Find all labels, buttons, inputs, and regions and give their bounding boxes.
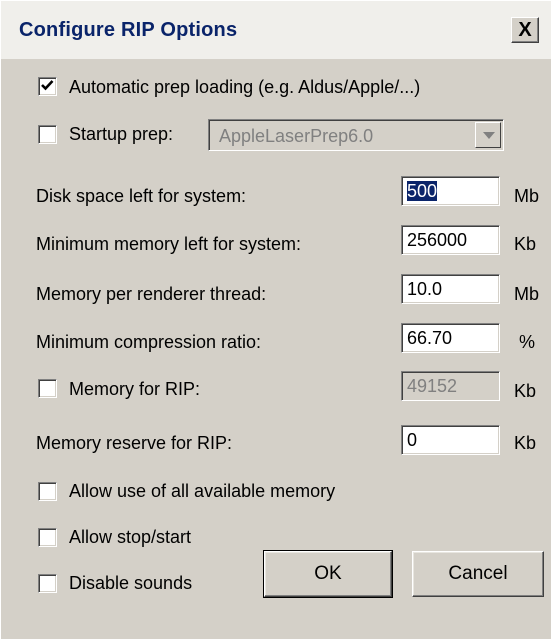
startup-prep-value: AppleLaserPrep6.0: [219, 126, 374, 146]
disk-space-field[interactable]: 500: [401, 176, 500, 206]
configure-rip-options-dialog: Configure RIP Options X Automatic prep l…: [0, 0, 551, 639]
cancel-button[interactable]: Cancel: [412, 551, 544, 597]
auto-prep-label: Automatic prep loading (e.g. Aldus/Apple…: [69, 77, 421, 97]
disable-sounds-label: Disable sounds: [69, 573, 193, 593]
min-memory-label: Minimum memory left for system:: [36, 234, 302, 254]
allow-all-memory-label: Allow use of all available memory: [69, 481, 336, 501]
min-memory-field[interactable]: 256000: [401, 225, 500, 255]
startup-prep-label: Startup prep:: [69, 124, 174, 144]
disk-space-unit: Mb: [514, 186, 540, 206]
startup-prep-checkbox[interactable]: [38, 125, 57, 144]
disable-sounds-checkbox[interactable]: [38, 574, 57, 593]
min-compression-value: 66.70: [407, 328, 453, 348]
memory-for-rip-unit: Kb: [514, 381, 537, 401]
dialog-title: Configure RIP Options: [19, 19, 238, 41]
memory-for-rip-field[interactable]: 49152: [401, 371, 500, 401]
allow-all-memory-checkbox[interactable]: [38, 482, 57, 501]
min-compression-unit: %: [519, 332, 536, 352]
memory-for-rip-value: 49152: [407, 376, 458, 396]
ok-button[interactable]: OK: [263, 550, 393, 598]
dropdown-button[interactable]: [475, 122, 501, 148]
memory-per-thread-unit: Mb: [514, 284, 540, 304]
min-memory-value: 256000: [407, 230, 468, 250]
memory-for-rip-checkbox[interactable]: [38, 379, 57, 398]
allow-stop-start-label: Allow stop/start: [69, 527, 192, 547]
memory-for-rip-label: Memory for RIP:: [69, 379, 201, 399]
memory-reserve-field[interactable]: 0: [401, 425, 500, 455]
disk-space-value: 500: [407, 181, 438, 201]
min-compression-label: Minimum compression ratio:: [36, 332, 262, 352]
auto-prep-checkbox[interactable]: [38, 77, 57, 96]
disk-space-label: Disk space left for system:: [36, 186, 247, 206]
memory-per-thread-label: Memory per renderer thread:: [36, 284, 267, 304]
memory-reserve-value: 0: [407, 430, 418, 450]
startup-prep-select[interactable]: AppleLaserPrep6.0: [208, 119, 504, 151]
memory-reserve-unit: Kb: [514, 433, 537, 453]
memory-reserve-label: Memory reserve for RIP:: [36, 433, 233, 453]
memory-per-thread-field[interactable]: 10.0: [401, 274, 500, 304]
checkmark-icon: [41, 80, 54, 91]
memory-per-thread-value: 10.0: [407, 279, 443, 299]
close-icon: X: [518, 19, 532, 41]
close-button[interactable]: X: [511, 17, 539, 43]
min-compression-field[interactable]: 66.70: [401, 323, 500, 353]
min-memory-unit: Kb: [514, 234, 537, 254]
title-bar: Configure RIP Options X: [1, 1, 551, 59]
chevron-down-icon: [483, 132, 495, 139]
allow-stop-start-checkbox[interactable]: [38, 528, 57, 547]
